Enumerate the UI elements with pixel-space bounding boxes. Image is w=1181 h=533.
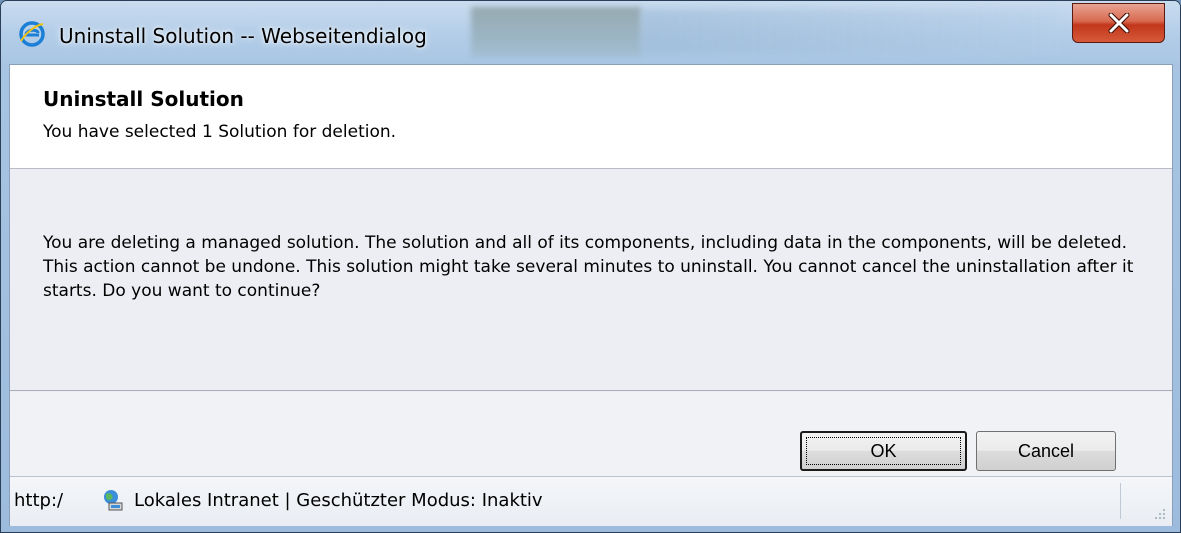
status-divider: [1120, 483, 1121, 519]
status-bar: http:/ Lokales Intranet | Geschützter Mo…: [10, 476, 1172, 526]
close-icon: [1108, 13, 1129, 33]
warning-message: You are deleting a managed solution. The…: [43, 233, 1134, 301]
cancel-button-label: Cancel: [1017, 440, 1075, 461]
window-title: Uninstall Solution -- Webseitendialog: [59, 24, 427, 48]
dialog-client-area: Uninstall Solution You have selected 1 S…: [9, 64, 1173, 526]
resize-grip-icon[interactable]: [1154, 508, 1166, 520]
background-blur: [641, 9, 1061, 54]
dialog-footer: OK Cancel: [10, 392, 1172, 476]
intranet-globe-icon[interactable]: [100, 488, 124, 512]
close-button[interactable]: [1072, 3, 1165, 43]
ok-button[interactable]: OK: [800, 431, 967, 471]
status-url: http:/: [14, 490, 64, 511]
dialog-body: You are deleting a managed solution. The…: [10, 169, 1172, 391]
cancel-button[interactable]: Cancel: [976, 431, 1116, 471]
background-blur: [471, 7, 641, 57]
dialog-heading: Uninstall Solution: [43, 87, 244, 111]
dialog-window: Uninstall Solution -- Webseitendialog Un…: [0, 0, 1181, 533]
focus-rectangle: [806, 437, 961, 465]
dialog-subheading: You have selected 1 Solution for deletio…: [43, 122, 397, 142]
dialog-header: Uninstall Solution You have selected 1 S…: [10, 65, 1172, 169]
security-zone-text: Lokales Intranet | Geschützter Modus: In…: [134, 490, 543, 511]
ie-icon[interactable]: [19, 21, 45, 47]
title-bar[interactable]: Uninstall Solution -- Webseitendialog: [1, 1, 1180, 63]
